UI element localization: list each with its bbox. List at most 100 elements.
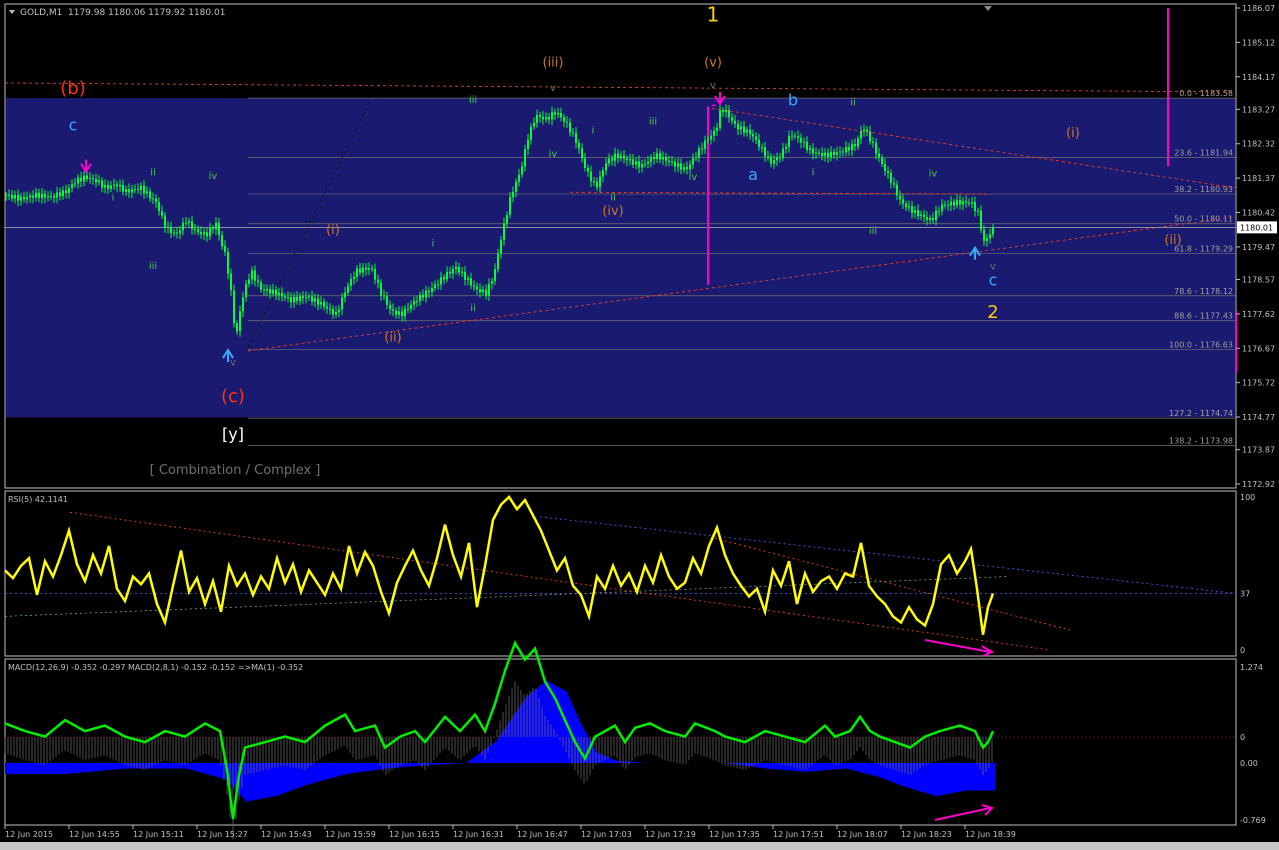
price-candle	[641, 163, 643, 168]
price-candle	[32, 195, 34, 198]
macd-hist-bar	[959, 763, 961, 792]
macd-hist-bar	[87, 763, 89, 772]
macd-hist-bar	[853, 763, 855, 771]
macd-hist-bar	[435, 763, 437, 765]
price-candle	[557, 113, 559, 115]
price-candle	[185, 222, 187, 224]
macd-hist-bar	[955, 763, 957, 793]
price-candle	[242, 297, 244, 312]
price-candle	[803, 141, 805, 143]
rsi-trend-blue	[539, 516, 1237, 594]
macd-hist-bar	[405, 763, 407, 767]
price-candle	[602, 170, 604, 177]
price-candle	[611, 158, 613, 161]
macd-hist-bar	[193, 763, 195, 771]
wave-label: ii	[470, 303, 476, 314]
macd-panel-frame	[4, 658, 1237, 826]
macd-hist-bar	[25, 763, 27, 774]
macd-hist-bar	[831, 763, 833, 770]
macd-hist-bar	[17, 763, 19, 774]
price-candle	[773, 160, 775, 164]
price-candle	[59, 192, 61, 197]
macd-hist-bar	[559, 688, 561, 763]
macd-hist-bar	[79, 763, 81, 773]
macd-hist-bar	[157, 763, 159, 769]
wave-label: iii	[469, 95, 477, 106]
time-axis-label: 12 Jun 15:11	[133, 830, 184, 839]
price-candle	[362, 267, 364, 273]
price-candle	[203, 232, 205, 235]
macd-hist-bar	[51, 763, 53, 774]
macd-hist-bar	[33, 763, 35, 774]
macd-panel[interactable]: MACD(12,26,9) -0.352 -0.297 MACD(2,8,1) …	[4, 640, 1266, 840]
price-candle	[182, 222, 184, 231]
price-candle	[710, 135, 712, 140]
price-candle	[644, 163, 646, 165]
price-candle	[974, 202, 976, 212]
wave-label: v	[990, 261, 996, 272]
wave-label: (b)	[60, 78, 85, 99]
macd-hist-bar	[765, 763, 767, 769]
time-axis-label: 12 Jun 15:43	[261, 830, 312, 839]
price-candle	[194, 228, 196, 230]
wave-label: [y]	[222, 424, 244, 443]
macd-hist-bar	[825, 763, 827, 771]
fib-level-label: 61.8 - 1179.29	[1174, 244, 1233, 253]
price-candle	[149, 191, 151, 199]
price-candle	[575, 132, 577, 143]
price-candle	[623, 155, 625, 159]
price-candle	[443, 277, 445, 280]
price-candle	[665, 157, 667, 161]
macd-hist-bar	[287, 763, 289, 792]
wave-label: (i)	[326, 223, 340, 238]
macd-hist-bar	[441, 763, 443, 765]
macd-hist-bar	[935, 763, 937, 796]
macd-hist-bar	[993, 763, 995, 791]
macd-hist-bar	[963, 763, 965, 791]
price-candle	[224, 246, 226, 252]
macd-hist-bar	[159, 763, 161, 769]
macd-hist-bar	[813, 763, 815, 772]
macd-hist-bar	[211, 763, 213, 776]
price-candle	[170, 226, 172, 234]
wave-label: [ Combination / Complex ]	[150, 463, 321, 478]
macd-hist-bar	[213, 763, 215, 777]
macd-hist-bar	[943, 763, 945, 795]
price-candle	[707, 139, 709, 141]
price-candle	[719, 110, 721, 128]
price-candle	[260, 282, 262, 290]
price-candle	[404, 308, 406, 317]
price-candle	[353, 276, 355, 279]
macd-hist-bar	[203, 763, 205, 774]
price-candle	[344, 292, 346, 298]
price-candle	[617, 153, 619, 159]
macd-hist-bar	[815, 763, 817, 771]
price-candle	[797, 136, 799, 138]
price-candle	[950, 201, 952, 206]
macd-hist-bar	[69, 763, 71, 774]
rsi-panel[interactable]: RSI(5) 42.1141 100 37 0	[4, 490, 1255, 657]
price-candle	[206, 232, 208, 237]
dropdown-arrow-icon[interactable]	[9, 10, 15, 14]
price-candle	[785, 146, 787, 149]
macd-hist-bar	[477, 754, 479, 763]
wave-label: i	[592, 126, 595, 137]
price-candle	[551, 112, 553, 120]
macd-hist-bar	[873, 763, 875, 776]
macd-hist-bar	[103, 763, 105, 771]
wave-label: iv	[689, 172, 698, 183]
price-candle	[308, 296, 310, 298]
price-candle	[356, 268, 358, 277]
macd-hist-bar	[769, 763, 771, 769]
macd-hist-bar	[105, 763, 107, 771]
macd-hist-bar	[817, 763, 819, 771]
macd-hist-bar	[107, 763, 109, 771]
price-candle	[746, 129, 748, 133]
macd-hist-bar	[937, 763, 939, 796]
price-candle	[782, 148, 784, 158]
macd-hist-bar	[857, 763, 859, 772]
price-candle	[869, 131, 871, 142]
price-panel[interactable]: 0.0 - 1183.5823.6 - 1181.9438.2 - 1180.9…	[4, 2, 1277, 489]
price-candle	[215, 222, 217, 230]
price-candle	[320, 301, 322, 305]
